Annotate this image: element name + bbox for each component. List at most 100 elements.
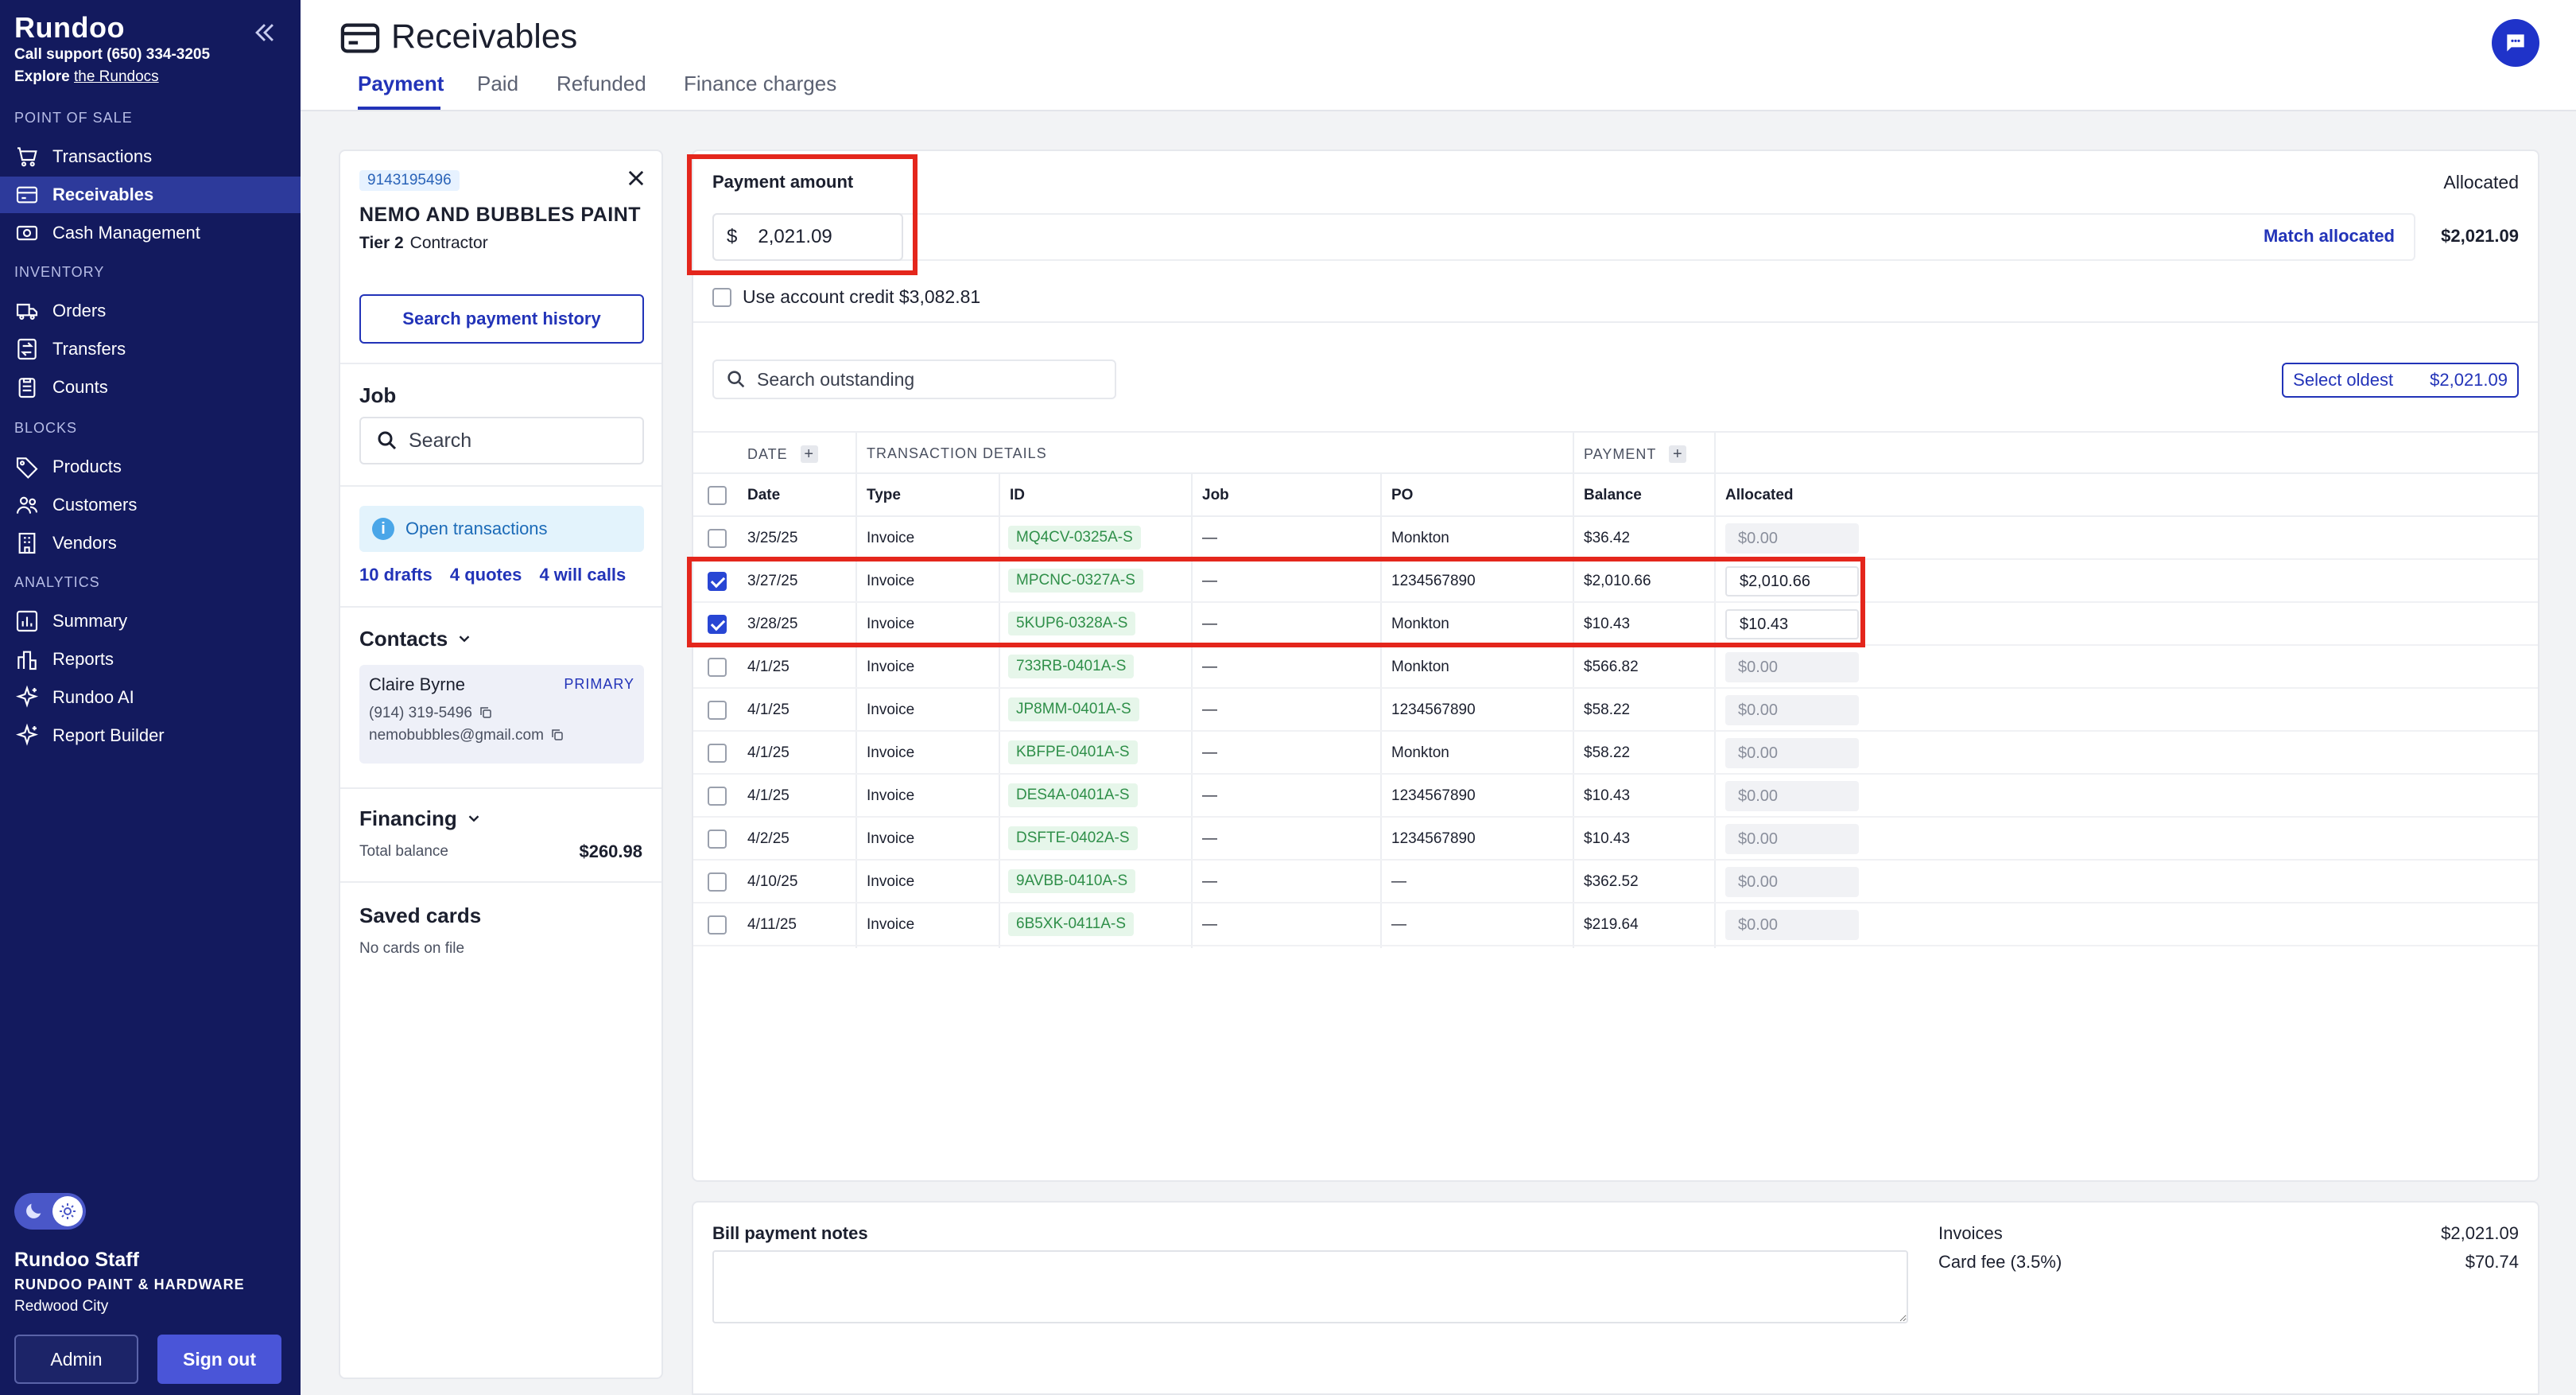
col-type[interactable]: Type <box>867 487 901 504</box>
table-row[interactable]: 4/1/25 Invoice KBFPE-0401A-S — Monkton $… <box>693 732 2538 775</box>
row-checkbox[interactable] <box>708 872 727 892</box>
select-oldest-label: Select oldest <box>2293 370 2394 390</box>
select-oldest-button[interactable]: Select oldest $2,021.09 <box>2282 363 2519 398</box>
open-transactions-banner[interactable]: i Open transactions <box>359 506 644 552</box>
sign-out-button[interactable]: Sign out <box>157 1335 281 1384</box>
row-checkbox[interactable] <box>708 915 727 935</box>
customer-name: NEMO AND BUBBLES PAINT <box>359 204 642 226</box>
sidebar-item-customers[interactable]: Customers <box>0 487 301 523</box>
row-id-link[interactable]: DES4A-0401A-S <box>1008 783 1138 807</box>
match-allocated-button[interactable]: Match allocated <box>2264 226 2395 247</box>
sidebar-item-products[interactable]: Products <box>0 449 301 485</box>
theme-toggle[interactable] <box>14 1193 86 1230</box>
search-outstanding-input[interactable]: Search outstanding <box>712 359 1116 399</box>
row-allocated-input[interactable]: $0.00 <box>1725 695 1859 725</box>
sidebar-item-rundoo-ai[interactable]: Rundoo AI <box>0 679 301 716</box>
support-phone: Call support (650) 334-3205 <box>14 46 211 63</box>
sparkle-icon <box>15 723 39 746</box>
row-po: — <box>1391 916 1406 933</box>
tab-finance-charges[interactable]: Finance charges <box>684 72 836 96</box>
row-id-link[interactable]: KBFPE-0401A-S <box>1008 740 1138 764</box>
card-fee-label: Card fee (3.5%) <box>1938 1252 2062 1272</box>
table-row[interactable]: 4/1/25 Invoice 733RB-0401A-S — Monkton $… <box>693 646 2538 689</box>
table-row[interactable]: 4/1/25 Invoice DES4A-0401A-S — 123456789… <box>693 775 2538 818</box>
table-row[interactable]: 4/1/25 Invoice JP8MM-0401A-S — 123456789… <box>693 689 2538 732</box>
tab-refunded[interactable]: Refunded <box>557 72 646 96</box>
sidebar-item-report-builder[interactable]: Report Builder <box>0 717 301 754</box>
row-allocated-input[interactable]: $0.00 <box>1725 738 1859 768</box>
row-job: — <box>1202 830 1217 847</box>
row-id-link[interactable]: MQ4CV-0325A-S <box>1008 526 1141 550</box>
copy-icon[interactable] <box>479 705 493 720</box>
table-row[interactable]: 4/10/25 Invoice 9AVBB-0410A-S — — $362.5… <box>693 861 2538 903</box>
row-id-link[interactable]: 9AVBB-0410A-S <box>1008 869 1136 893</box>
row-id-link[interactable]: JP8MM-0401A-S <box>1008 698 1139 721</box>
saved-cards-empty: No cards on file <box>359 940 465 957</box>
add-column-icon[interactable]: + <box>1669 445 1687 463</box>
table-row[interactable]: 4/2/25 Invoice DSFTE-0402A-S — 123456789… <box>693 818 2538 861</box>
sidebar-item-transfers[interactable]: Transfers <box>0 331 301 367</box>
chat-button[interactable] <box>2492 19 2539 67</box>
row-id-link[interactable]: DSFTE-0402A-S <box>1008 826 1138 850</box>
sidebar-item-transactions[interactable]: Transactions <box>0 138 301 175</box>
tab-payment[interactable]: Payment <box>358 72 444 96</box>
row-id-link[interactable]: 733RB-0401A-S <box>1008 655 1135 678</box>
add-column-icon[interactable]: + <box>800 445 818 463</box>
drafts-link[interactable]: 10 drafts <box>359 565 433 585</box>
card-fee-value: $70.74 <box>2465 1252 2519 1272</box>
row-allocated-input[interactable]: $0.00 <box>1725 867 1859 897</box>
row-balance: $36.42 <box>1584 530 1631 546</box>
row-allocated-input[interactable]: $0.00 <box>1725 910 1859 940</box>
sidebar-item-summary[interactable]: Summary <box>0 603 301 639</box>
row-job: — <box>1202 787 1217 804</box>
sidebar-item-cash-management[interactable]: Cash Management <box>0 215 301 251</box>
sidebar-item-receivables[interactable]: Receivables <box>0 177 301 213</box>
bill-payment-notes-input[interactable] <box>712 1250 1908 1323</box>
search-payment-history-button[interactable]: Search payment history <box>359 294 644 344</box>
contacts-section-title[interactable]: Contacts <box>359 627 473 651</box>
group-payment: PAYMENT + <box>1584 445 1687 463</box>
contact-card[interactable]: Claire Byrne PRIMARY (914) 319-5496 nemo… <box>359 665 644 764</box>
col-po[interactable]: PO <box>1391 487 1413 504</box>
col-id[interactable]: ID <box>1010 487 1025 504</box>
row-checkbox[interactable] <box>708 658 727 677</box>
row-balance: $58.22 <box>1584 701 1631 718</box>
row-checkbox[interactable] <box>708 529 727 548</box>
use-credit-checkbox[interactable] <box>712 287 731 307</box>
row-id-link[interactable]: 6B5XK-0411A-S <box>1008 912 1135 936</box>
row-allocated-input[interactable]: $0.00 <box>1725 652 1859 682</box>
tab-paid[interactable]: Paid <box>477 72 518 96</box>
will-calls-link[interactable]: 4 will calls <box>539 565 626 585</box>
col-allocated[interactable]: Allocated <box>1725 487 1794 504</box>
row-allocated-input[interactable]: $0.00 <box>1725 523 1859 554</box>
use-account-credit[interactable]: Use account credit $3,082.81 <box>712 286 980 308</box>
customer-id-badge[interactable]: 9143195496 <box>359 170 460 191</box>
row-allocated-input[interactable]: $0.00 <box>1725 824 1859 854</box>
row-checkbox[interactable] <box>708 787 727 806</box>
quotes-link[interactable]: 4 quotes <box>450 565 522 585</box>
collapse-sidebar-icon[interactable] <box>251 19 278 46</box>
row-checkbox[interactable] <box>708 744 727 763</box>
row-checkbox[interactable] <box>708 830 727 849</box>
rundocs-link[interactable]: the Rundocs <box>74 68 159 85</box>
job-search-input[interactable]: Search <box>359 417 644 464</box>
sidebar-item-orders[interactable]: Orders <box>0 293 301 329</box>
col-date[interactable]: Date <box>747 487 780 504</box>
contact-phone: (914) 319-5496 <box>369 705 493 722</box>
select-all-checkbox[interactable] <box>708 486 727 505</box>
copy-icon[interactable] <box>550 728 564 742</box>
row-allocated-input[interactable]: $0.00 <box>1725 781 1859 811</box>
sidebar-item-counts[interactable]: Counts <box>0 369 301 406</box>
sidebar-item-vendors[interactable]: Vendors <box>0 525 301 561</box>
row-checkbox[interactable] <box>708 701 727 720</box>
financing-section-title[interactable]: Financing <box>359 806 483 831</box>
table-row[interactable]: 4/11/25 Invoice 6B5XK-0411A-S — — $219.6… <box>693 903 2538 946</box>
sidebar-item-reports[interactable]: Reports <box>0 641 301 678</box>
col-balance[interactable]: Balance <box>1584 487 1642 504</box>
close-icon[interactable] <box>625 167 647 189</box>
search-icon <box>378 431 397 450</box>
admin-button[interactable]: Admin <box>14 1335 138 1384</box>
section-point-of-sale: POINT OF SALE <box>14 110 133 126</box>
col-job[interactable]: Job <box>1202 487 1229 504</box>
table-row[interactable]: 3/25/25 Invoice MQ4CV-0325A-S — Monkton … <box>693 517 2538 560</box>
